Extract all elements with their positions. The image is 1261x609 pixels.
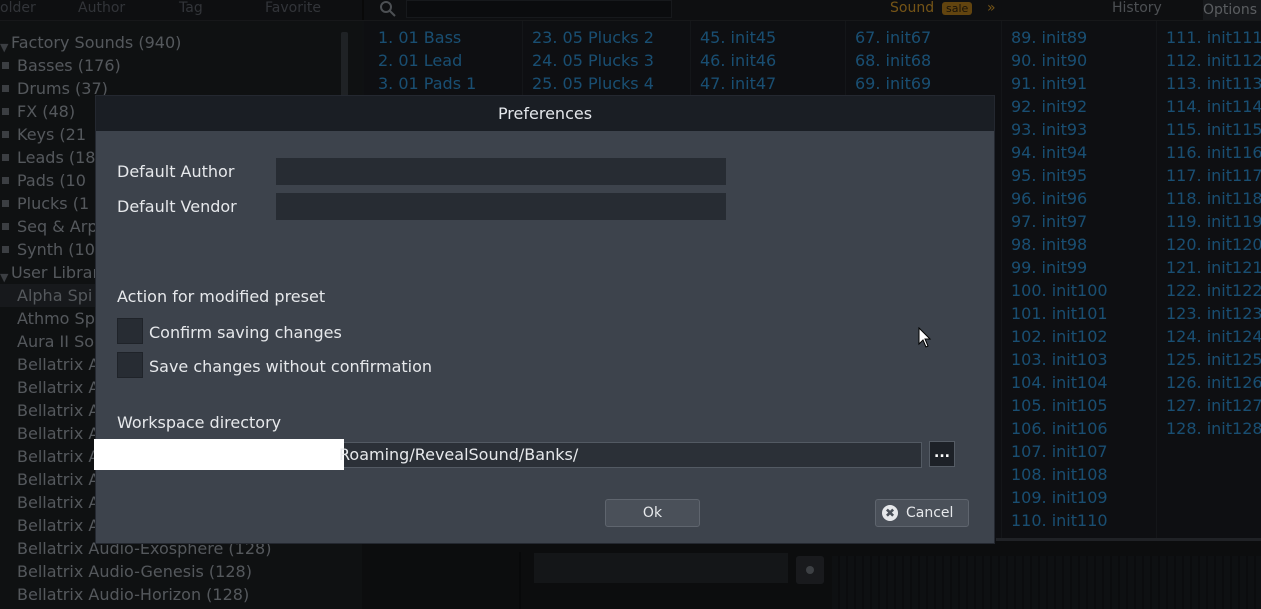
default-author-label: Default Author — [117, 162, 235, 181]
dialog-title: Preferences — [497, 104, 593, 123]
default-vendor-label: Default Vendor — [117, 197, 237, 216]
default-vendor-input[interactable] — [276, 193, 726, 220]
preferences-dialog: Preferences Default Author Default Vendo… — [94, 95, 995, 544]
ok-label: Ok — [642, 505, 663, 521]
confirm-saving-checkbox[interactable] — [117, 318, 143, 344]
cancel-button[interactable]: ✖ Cancel — [875, 499, 969, 527]
action-heading: Action for modified preset — [117, 287, 326, 306]
workspace-heading: Workspace directory — [117, 413, 282, 432]
default-author-input[interactable] — [276, 158, 726, 185]
save-without-confirm-label[interactable]: Save changes without confirmation — [149, 357, 432, 377]
redacted-block — [94, 439, 344, 470]
confirm-saving-label[interactable]: Confirm saving changes — [149, 323, 342, 343]
workspace-directory-value: Roaming/RevealSound/Banks/ — [339, 445, 579, 464]
ok-button[interactable]: Ok — [605, 499, 700, 527]
close-circle-icon: ✖ — [882, 505, 898, 521]
browse-button[interactable]: ... — [929, 441, 955, 467]
mouse-pointer-icon — [918, 326, 932, 353]
cancel-label: Cancel — [906, 505, 954, 521]
dialog-titlebar: Preferences — [96, 96, 994, 131]
save-without-confirm-checkbox[interactable] — [117, 352, 143, 378]
